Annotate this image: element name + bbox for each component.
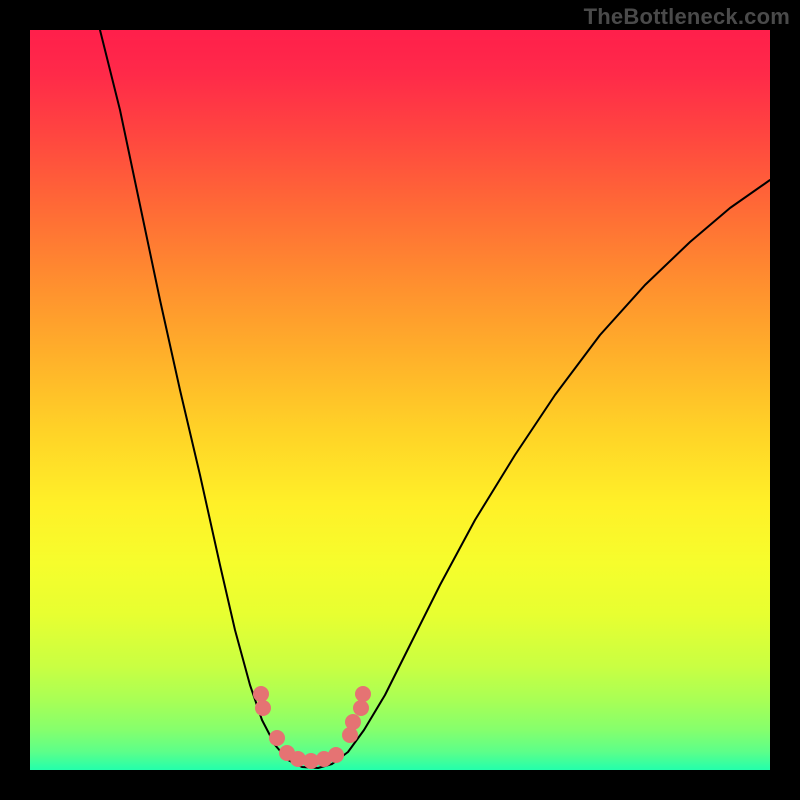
curve-marker (353, 700, 369, 716)
curve-marker (253, 686, 269, 702)
curve-marker (355, 686, 371, 702)
curve-marker (269, 730, 285, 746)
curve-marker (345, 714, 361, 730)
curve-marker (328, 747, 344, 763)
chart-svg (30, 30, 770, 770)
chart-frame: TheBottleneck.com (0, 0, 800, 800)
plot-area (30, 30, 770, 770)
curve-marker (255, 700, 271, 716)
watermark-text: TheBottleneck.com (584, 4, 790, 30)
gradient-background (30, 30, 770, 770)
